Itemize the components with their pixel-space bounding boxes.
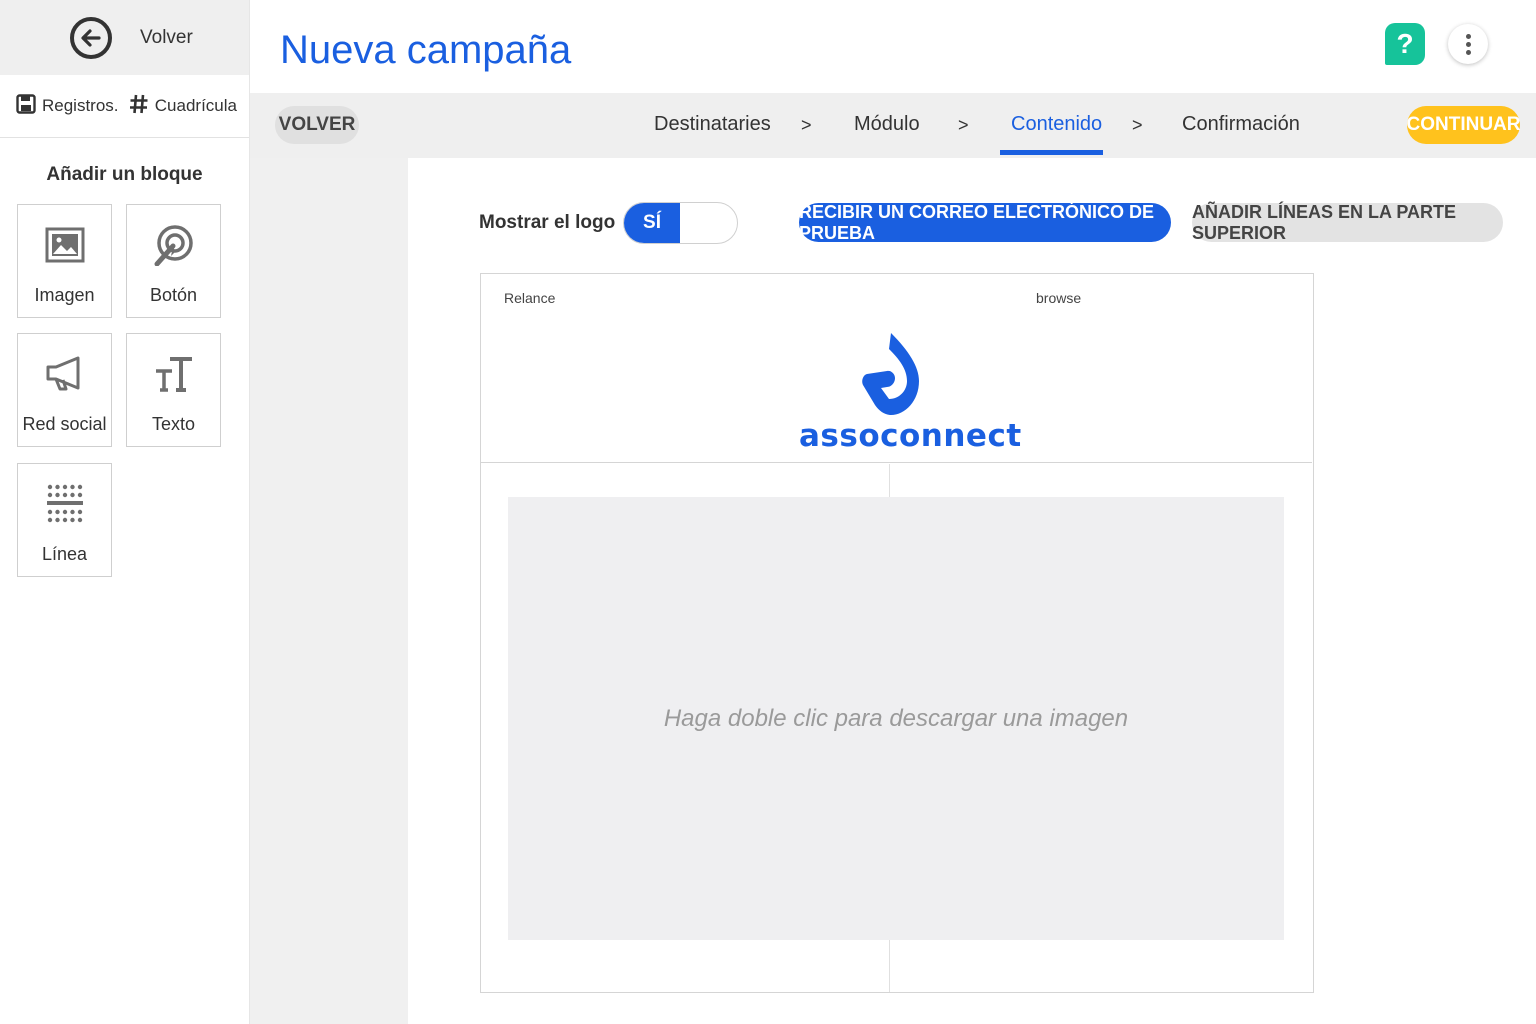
grid-toggle-label: Cuadrícula bbox=[154, 96, 237, 115]
megaphone-icon bbox=[43, 352, 87, 396]
editor-panel: Mostrar el logo SÍ RECIBIR UN CORREO ELE… bbox=[408, 158, 1536, 1024]
image-icon bbox=[43, 223, 87, 267]
save-records-label: Registros. bbox=[42, 96, 119, 115]
block-button[interactable]: Botón bbox=[126, 204, 221, 318]
image-placeholder-text: Haga doble clic para descargar una image… bbox=[663, 704, 1129, 732]
step-separator: > bbox=[958, 115, 969, 135]
grid-hash-icon bbox=[129, 94, 149, 119]
sidebar: Volver Registros. Cuadrícula Añadir un b… bbox=[0, 0, 250, 1024]
arrow-left-icon bbox=[70, 16, 112, 59]
active-step-indicator bbox=[1000, 150, 1103, 155]
step-modulo[interactable]: Módulo bbox=[854, 113, 920, 136]
add-top-lines-button[interactable]: AÑADIR LÍNEAS EN LA PARTE SUPERIOR bbox=[1192, 202, 1503, 243]
workspace: Mostrar el logo SÍ RECIBIR UN CORREO ELE… bbox=[250, 158, 1536, 1024]
line-divider-icon bbox=[43, 482, 87, 526]
step-destinataries[interactable]: Destinataries bbox=[654, 113, 771, 136]
add-block-title: Añadir un bloque bbox=[46, 164, 203, 185]
grid-toggle-button[interactable]: Cuadrícula bbox=[129, 94, 237, 119]
block-text-label: Texto bbox=[151, 414, 196, 434]
send-test-email-button[interactable]: RECIBIR UN CORREO ELECTRÓNICO DE PRUEBA bbox=[799, 202, 1171, 243]
block-social-label: Red social bbox=[22, 414, 107, 434]
save-records-button[interactable]: Registros. bbox=[16, 93, 119, 119]
block-image[interactable]: Imagen bbox=[17, 204, 112, 318]
help-button[interactable]: ? bbox=[1385, 23, 1425, 65]
save-icon bbox=[16, 93, 36, 119]
sidebar-back-button[interactable]: Volver bbox=[0, 0, 249, 75]
brand-name: assoconnect bbox=[799, 418, 1022, 454]
show-logo-toggle[interactable]: SÍ bbox=[623, 202, 738, 244]
block-social[interactable]: Red social bbox=[17, 333, 112, 447]
back-button[interactable]: VOLVER bbox=[275, 106, 359, 144]
step-contenido[interactable]: Contenido bbox=[1011, 113, 1102, 136]
text-size-icon bbox=[152, 352, 196, 396]
button-click-icon bbox=[152, 223, 196, 267]
more-vertical-icon bbox=[1465, 33, 1471, 39]
step-bar: VOLVER Destinataries > Módulo > Contenid… bbox=[250, 93, 1536, 158]
more-options-button[interactable] bbox=[1448, 24, 1488, 64]
brand-logo-icon bbox=[851, 329, 931, 424]
block-line[interactable]: Línea bbox=[17, 463, 112, 577]
preheader-left-text[interactable]: Relance bbox=[504, 290, 555, 306]
block-line-label: Línea bbox=[41, 544, 88, 564]
block-text[interactable]: Texto bbox=[126, 333, 221, 447]
continue-button[interactable]: CONTINUAR bbox=[1407, 106, 1521, 144]
step-confirmacion[interactable]: Confirmación bbox=[1182, 113, 1300, 136]
email-preview: Relance browse assoconnect Haga doble cl… bbox=[480, 273, 1314, 993]
toggle-on-state: SÍ bbox=[624, 203, 680, 243]
help-icon: ? bbox=[1396, 28, 1414, 59]
page-title: Nueva campaña bbox=[280, 28, 572, 72]
preheader-right-text[interactable]: browse bbox=[1036, 290, 1081, 306]
block-image-label: Imagen bbox=[34, 285, 95, 305]
sidebar-tools: Registros. Cuadrícula bbox=[0, 75, 249, 138]
show-logo-label: Mostrar el logo bbox=[479, 212, 616, 233]
image-placeholder[interactable]: Haga doble clic para descargar una image… bbox=[508, 497, 1284, 940]
step-separator: > bbox=[801, 115, 812, 135]
step-separator: > bbox=[1132, 115, 1143, 135]
block-button-label: Botón bbox=[149, 285, 198, 305]
header: Nueva campaña ? bbox=[250, 0, 1536, 93]
email-header-block[interactable]: Relance browse assoconnect bbox=[481, 274, 1312, 463]
sidebar-back-label: Volver bbox=[140, 26, 193, 48]
